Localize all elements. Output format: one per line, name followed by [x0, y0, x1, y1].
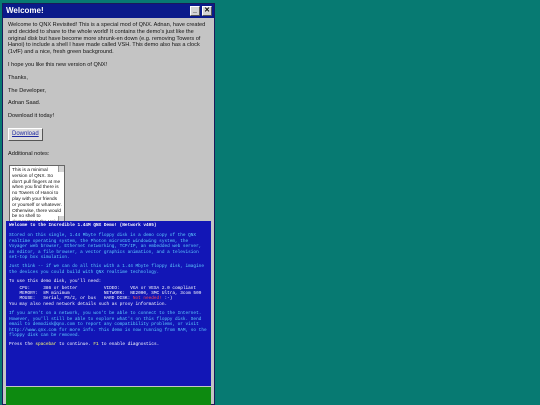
- author-name: Adnan Saad.: [8, 100, 41, 107]
- green-panel: [6, 387, 211, 405]
- minimize-button[interactable]: _: [190, 6, 200, 16]
- console-continue-prompt: Press the spacebar to continue. F1 to en…: [9, 342, 208, 347]
- download-prompt: Download it today!: [8, 113, 55, 120]
- diagnostics-text: to enable diagnostics.: [98, 342, 160, 348]
- console-title: Welcome to the Incredible 1.44M QNX Demo…: [9, 223, 157, 228]
- not-needed-text: Not needed!: [132, 296, 162, 302]
- hope-text: I hope you like this new version of QNX!: [8, 61, 108, 68]
- console-paragraph-network: If you aren't on a network, you won't be…: [9, 311, 210, 338]
- close-button[interactable]: ✕: [202, 6, 212, 16]
- press-text: Press the: [9, 342, 36, 348]
- smiley-text: :-): [161, 296, 173, 302]
- notes-textarea[interactable]: This is a minimal version of QNX. So don…: [9, 165, 65, 223]
- window-titlebar[interactable]: Welcome! _ ✕: [3, 4, 214, 18]
- console-requirements-heading: To use this demo disk, you'll need:: [9, 279, 102, 285]
- window-body: Welcome to QNX Revisited! This is a spec…: [8, 22, 211, 160]
- notes-text: This is a minimal version of QNX. So don…: [12, 168, 62, 222]
- scroll-up-button[interactable]: [58, 166, 64, 172]
- window-title: Welcome!: [6, 6, 44, 15]
- intro-paragraph: Welcome to QNX Revisited! This is a spec…: [8, 22, 206, 56]
- qnx-demo-console: Welcome to the Incredible 1.44M QNX Demo…: [6, 221, 211, 386]
- spacebar-key: spacebar: [35, 342, 57, 348]
- continue-text: to continue.: [56, 342, 94, 348]
- console-req-mouse-text: MOUSE: Serial, PS/2, or bus HARD DISK:: [9, 296, 133, 302]
- console-paragraph-intro: Stored on this single, 1.44 Mbyte floppy…: [9, 233, 204, 261]
- notes-label: Additional notes:: [8, 150, 50, 157]
- console-paragraph-think: Just think -- if we can do all this with…: [9, 264, 207, 275]
- thanks-text: Thanks,: [8, 74, 28, 81]
- developer-text: The Developer,: [8, 87, 46, 94]
- download-button[interactable]: Download: [8, 127, 43, 141]
- console-req-network: You may also need network details such a…: [9, 301, 168, 307]
- download-button-label: Download: [12, 130, 39, 137]
